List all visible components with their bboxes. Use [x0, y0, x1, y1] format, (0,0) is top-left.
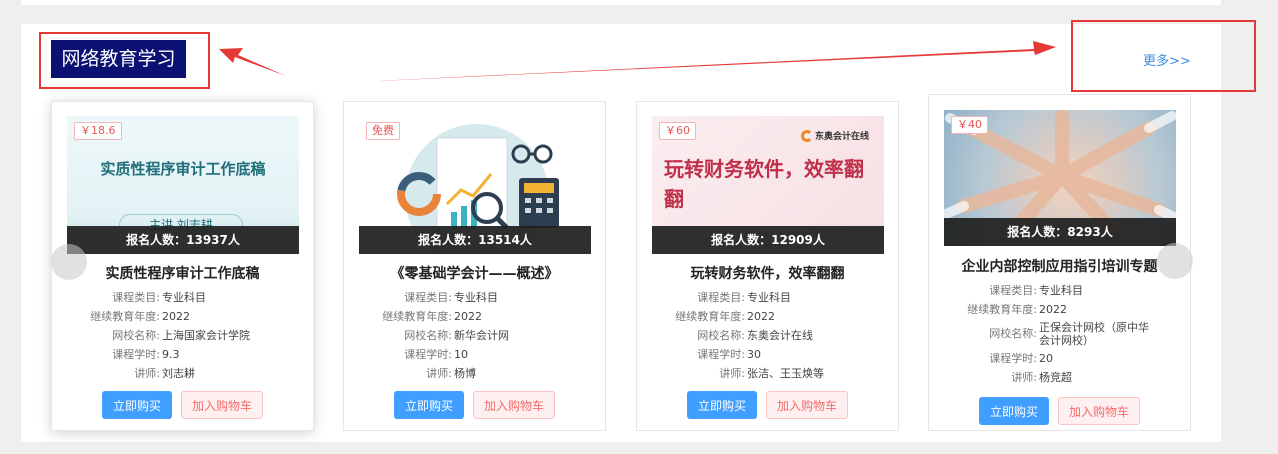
- course-info: 课程类目: 专业科目 继续教育年度: 2022 网校名称: 新华会计网 课程学时: 10…: [344, 288, 605, 383]
- hours-label: 课程学时:: [404, 348, 452, 361]
- course-info: 课程类目: 专业科目 继续教育年度: 2022 网校名称: 正保会计网校（原中华会计网…: [929, 281, 1190, 387]
- teacher-label: 讲师:: [1011, 371, 1037, 384]
- price-badge: ￥40: [951, 116, 988, 134]
- category-value: 专业科目: [162, 291, 206, 304]
- hours-value: 30: [747, 348, 761, 361]
- school-value: 上海国家会计学院: [162, 329, 250, 342]
- price-badge: ￥18.6: [74, 122, 122, 140]
- add-to-cart-button[interactable]: 加入购物车: [1058, 397, 1140, 425]
- category-label: 课程类目:: [404, 291, 452, 304]
- brand-logo-icon: [801, 130, 813, 142]
- course-name[interactable]: 《零基础学会计——概述》: [344, 263, 605, 283]
- buy-now-button[interactable]: 立即购买: [102, 391, 172, 419]
- teacher-label: 讲师:: [426, 367, 452, 380]
- thumbnail-brand: 东奥会计在线: [815, 132, 870, 142]
- category-value: 专业科目: [454, 291, 498, 304]
- hours-label: 课程学时:: [697, 348, 745, 361]
- enroll-count: 报名人数：8293人: [944, 218, 1176, 246]
- school-label: 网校名称:: [404, 329, 452, 342]
- category-label: 课程类目:: [112, 291, 160, 304]
- add-to-cart-button[interactable]: 加入购物车: [766, 391, 848, 419]
- category-label: 课程类目:: [989, 284, 1037, 297]
- carousel-next-button[interactable]: [1157, 243, 1193, 279]
- year-value: 2022: [747, 310, 775, 323]
- year-value: 2022: [454, 310, 482, 323]
- course-thumbnail[interactable]: ￥40 报名人数：8293人: [944, 110, 1176, 246]
- school-value: 东奥会计在线: [747, 329, 813, 342]
- buy-now-button[interactable]: 立即购买: [394, 391, 464, 419]
- year-label: 继续教育年度:: [675, 310, 745, 323]
- year-value: 2022: [162, 310, 190, 323]
- course-actions: 立即购买 加入购物车: [637, 391, 898, 419]
- annotation-arrow-right-icon: [355, 41, 1056, 82]
- teacher-label: 讲师:: [134, 367, 160, 380]
- school-value: 新华会计网: [454, 329, 509, 342]
- category-label: 课程类目:: [697, 291, 745, 304]
- enroll-count: 报名人数：12909人: [652, 226, 884, 254]
- teacher-value: 杨竞超: [1039, 371, 1072, 384]
- hours-value: 20: [1039, 352, 1053, 365]
- category-value: 专业科目: [747, 291, 791, 304]
- thumbnail-title: 实质性程序审计工作底稿: [100, 160, 266, 178]
- carousel-prev-button[interactable]: [51, 244, 87, 280]
- year-value: 2022: [1039, 303, 1067, 316]
- year-label: 继续教育年度:: [967, 303, 1037, 316]
- enroll-count: 报名人数：13514人: [359, 226, 591, 254]
- course-actions: 立即购买 加入购物车: [344, 391, 605, 419]
- add-to-cart-button[interactable]: 加入购物车: [181, 391, 263, 419]
- course-card[interactable]: ￥18.6 实质性程序审计工作底稿 主讲 刘志耕 报名人数：13937人 实质性…: [51, 101, 314, 431]
- course-thumbnail[interactable]: ￥60 东奥会计在线 玩转财务软件，效率翻翻 报名人数：12909人: [652, 116, 884, 254]
- course-thumbnail[interactable]: ￥18.6 实质性程序审计工作底稿 主讲 刘志耕 报名人数：13937人: [67, 116, 299, 254]
- teacher-value: 刘志耕: [162, 367, 195, 380]
- course-card[interactable]: 免费 报名人数：13514人 《零基础学会计——概述》 课程类目: 专业科目 继续…: [343, 101, 606, 431]
- category-value: 专业科目: [1039, 284, 1083, 297]
- price-badge: 免费: [366, 122, 400, 140]
- course-card[interactable]: ￥40 报名人数：8293人 企业内部控制应用指引培训专题 课程类目: 专业科目 …: [928, 94, 1191, 431]
- course-name[interactable]: 实质性程序审计工作底稿: [52, 263, 313, 283]
- buy-now-button[interactable]: 立即购买: [687, 391, 757, 419]
- annotation-arrow-left-icon: [219, 48, 286, 76]
- hours-value: 10: [454, 348, 468, 361]
- teacher-value: 杨博: [454, 367, 476, 380]
- course-name[interactable]: 玩转财务软件，效率翻翻: [637, 263, 898, 283]
- teacher-value: 张洁、王玉焕等: [747, 367, 824, 380]
- hours-value: 9.3: [162, 348, 180, 361]
- thumbnail-title: 玩转财务软件，效率翻翻: [664, 157, 864, 211]
- course-info: 课程类目: 专业科目 继续教育年度: 2022 网校名称: 东奥会计在线 课程学时: 3…: [637, 288, 898, 383]
- buy-now-button[interactable]: 立即购买: [979, 397, 1049, 425]
- course-actions: 立即购买 加入购物车: [929, 397, 1190, 425]
- hours-label: 课程学时:: [989, 352, 1037, 365]
- price-badge: ￥60: [659, 122, 696, 140]
- school-label: 网校名称:: [697, 329, 745, 342]
- year-label: 继续教育年度:: [90, 310, 160, 323]
- year-label: 继续教育年度:: [382, 310, 452, 323]
- course-actions: 立即购买 加入购物车: [52, 391, 313, 419]
- teacher-label: 讲师:: [719, 367, 745, 380]
- enroll-count: 报名人数：13937人: [67, 226, 299, 254]
- add-to-cart-button[interactable]: 加入购物车: [473, 391, 555, 419]
- school-label: 网校名称:: [112, 329, 160, 342]
- course-name[interactable]: 企业内部控制应用指引培训专题: [929, 256, 1190, 276]
- school-label: 网校名称:: [989, 327, 1037, 340]
- school-value: 正保会计网校（原中华会计网校）: [1039, 321, 1149, 347]
- course-info: 课程类目: 专业科目 继续教育年度: 2022 网校名称: 上海国家会计学院 课程学时…: [52, 288, 313, 383]
- course-thumbnail[interactable]: 免费 报名人数：13514人: [359, 116, 591, 254]
- hours-label: 课程学时:: [112, 348, 160, 361]
- course-card[interactable]: ￥60 东奥会计在线 玩转财务软件，效率翻翻 报名人数：12909人 玩转财务软…: [636, 101, 899, 431]
